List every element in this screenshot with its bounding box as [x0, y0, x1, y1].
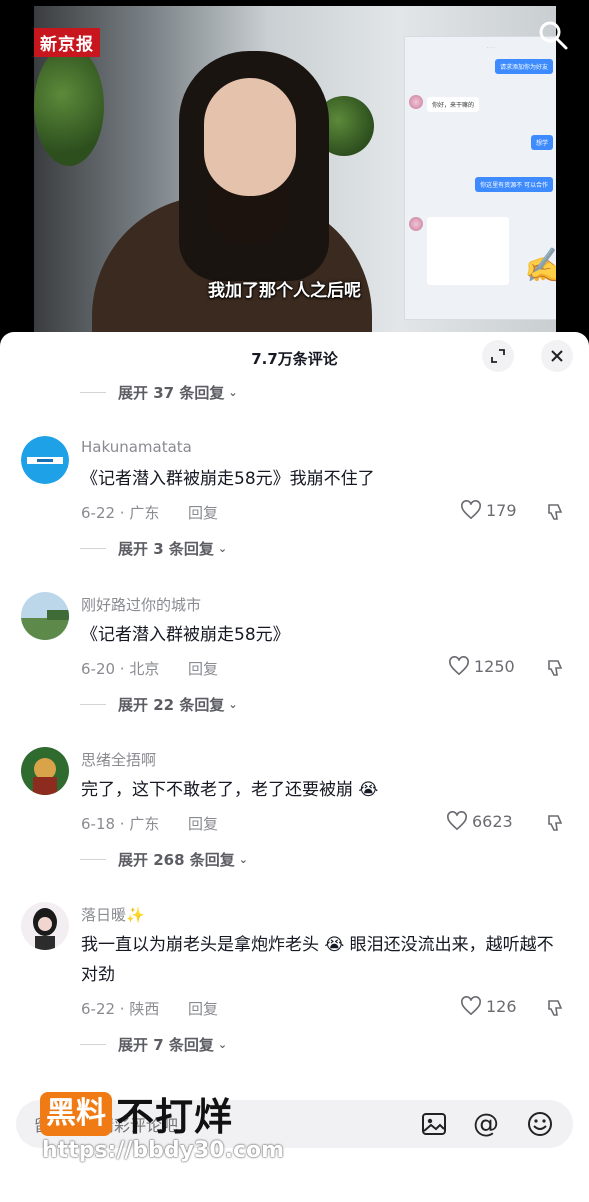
comment-text: 《记者潜入群被崩走58元》: [81, 625, 290, 645]
chat-bubble-left: 你好，来干嘛的: [427, 97, 480, 112]
like-count: 1250: [474, 656, 515, 676]
dislike-icon[interactable]: [546, 998, 566, 1018]
comment-date-location: 6-20 · 北京: [81, 660, 160, 678]
divider-dash: [80, 859, 106, 860]
expand-replies-button[interactable]: 展开 268 条回复 ⌄: [80, 849, 248, 870]
comment-username[interactable]: 刚好路过你的城市: [81, 594, 201, 615]
heart-icon: [447, 811, 467, 831]
like-count: 126: [486, 996, 517, 1016]
watermark-url: https://bbdy30.com: [42, 1138, 285, 1163]
close-icon: [551, 350, 563, 362]
plant-decoration: [34, 46, 104, 166]
expand-replies-label: 展开 37 条回复: [118, 384, 225, 402]
dislike-icon[interactable]: [546, 658, 566, 678]
avatar[interactable]: [21, 592, 69, 640]
comment-date-location: 6-18 · 广东: [81, 815, 160, 833]
like-button[interactable]: 179: [460, 500, 517, 520]
reply-button[interactable]: 回复: [188, 502, 218, 523]
comment-text: 我一直以为崩老头是拿炮炸老头 😭 眼泪还没流出来，越听越不对劲: [81, 935, 554, 985]
expand-replies-button[interactable]: 展开 7 条回复 ⌄: [80, 1034, 227, 1055]
heart-icon: [449, 656, 469, 676]
comment-username[interactable]: 落日暖✨: [81, 904, 145, 925]
comment-date-location: 6-22 · 广东: [81, 504, 160, 522]
comment-username[interactable]: 思绪全捂啊: [81, 749, 156, 770]
chat-avatar: [409, 217, 423, 231]
search-icon[interactable]: [536, 18, 570, 52]
expand-replies-button[interactable]: 展开 37 条回复 ⌄: [80, 382, 238, 403]
site-watermark-logo: 黑料 不打烊: [40, 1086, 233, 1141]
chevron-down-icon: ⌄: [217, 1038, 228, 1051]
like-count: 6623: [472, 811, 513, 831]
reply-button[interactable]: 回复: [188, 998, 218, 1019]
divider-dash: [80, 392, 106, 393]
watermark-brand: 不打烊: [116, 1095, 234, 1139]
chat-bubble-right: 请求添加你为好友: [494, 59, 553, 74]
chat-bubble-right: 想学: [530, 135, 553, 150]
expand-replies-label: 展开 3 条回复: [118, 540, 214, 558]
comment-username[interactable]: Hakunamatata: [81, 438, 192, 456]
expand-replies-label: 展开 7 条回复: [118, 1036, 214, 1054]
like-button[interactable]: 1250: [448, 656, 515, 676]
divider-dash: [80, 704, 106, 705]
chevron-down-icon: ⌄: [217, 542, 228, 555]
chat-avatar: [409, 95, 423, 109]
expand-replies-button[interactable]: 展开 3 条回复 ⌄: [80, 538, 227, 559]
chevron-down-icon: ⌄: [238, 853, 248, 866]
expand-replies-label: 展开 268 条回复: [118, 851, 235, 869]
news-logo: 新京报: [34, 28, 100, 57]
chevron-down-icon: ⌄: [228, 698, 238, 711]
dislike-icon[interactable]: [546, 502, 566, 522]
person-face: [204, 78, 296, 196]
chat-card: [427, 217, 509, 285]
at-mention-icon[interactable]: @: [470, 1108, 502, 1140]
divider-dash: [80, 1044, 106, 1045]
reply-button[interactable]: 回复: [188, 658, 218, 679]
divider-dash: [80, 548, 106, 549]
expand-icon: [491, 349, 505, 363]
expand-panel-button[interactable]: [482, 340, 514, 372]
avatar[interactable]: [21, 436, 69, 484]
comment-text: 完了，这下不敢老了，老了还要被崩 😭: [81, 780, 379, 800]
close-panel-button[interactable]: [541, 340, 573, 372]
chevron-down-icon: ⌄: [228, 386, 238, 399]
image-icon[interactable]: [418, 1108, 450, 1140]
like-button[interactable]: 6623: [446, 811, 513, 831]
comment-date-location: 6-22 · 陕西: [81, 1000, 160, 1018]
watermark-badge: 黑料: [40, 1091, 112, 1136]
like-count: 179: [486, 500, 517, 520]
video-player[interactable]: 新京报 · · · 请求添加你为好友 你好，来干嘛的 想学 你这里有资源不 可以…: [0, 0, 589, 332]
expand-replies-button[interactable]: 展开 22 条回复 ⌄: [80, 694, 238, 715]
comment-text: 《记者潜入群被崩走58元》我崩不住了: [81, 469, 375, 489]
emoji-icon[interactable]: [524, 1108, 556, 1140]
video-watermark-mark: ✍: [524, 246, 556, 286]
dislike-icon[interactable]: [546, 813, 566, 833]
reply-button[interactable]: 回复: [188, 813, 218, 834]
heart-icon: [461, 500, 481, 520]
comments-panel: 7.7万条评论 展开 37 条回复 ⌄ Hakunamatata 《记者潜入群被…: [0, 332, 589, 1202]
avatar[interactable]: [21, 747, 69, 795]
like-button[interactable]: 126: [460, 996, 517, 1016]
chat-time: · · ·: [487, 45, 495, 51]
expand-replies-label: 展开 22 条回复: [118, 696, 225, 714]
heart-icon: [461, 996, 481, 1016]
chat-bubble-right: 你这里有资源不 可以合作: [475, 177, 553, 192]
video-subtitle: 我加了那个人之后呢: [208, 281, 361, 301]
avatar[interactable]: [21, 902, 69, 950]
